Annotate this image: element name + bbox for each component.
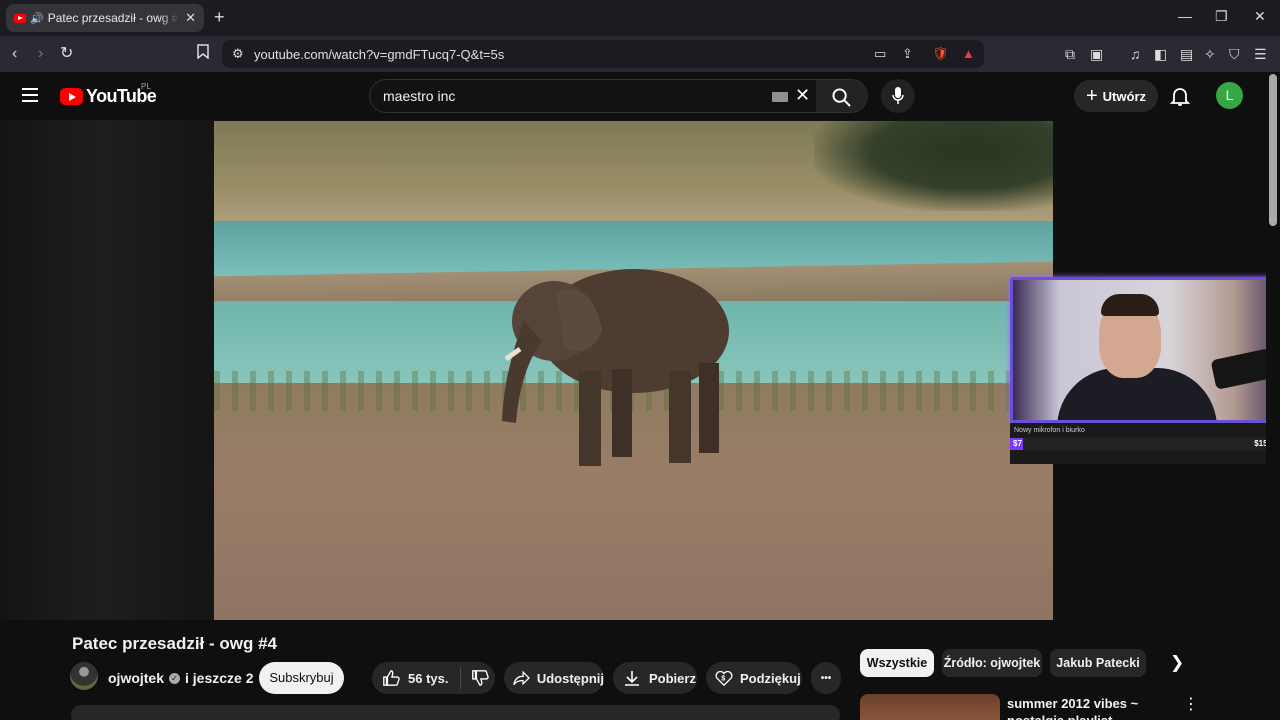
keyboard-icon[interactable]	[772, 92, 788, 102]
donation-goal-text: Nowy mikrofon i biurko	[1014, 427, 1085, 434]
search-icon	[832, 88, 851, 107]
streamer-headphones	[1101, 294, 1159, 316]
verified-check-icon: ✓	[169, 672, 181, 684]
voice-search-button[interactable]	[881, 79, 915, 113]
chip-all[interactable]: Wszystkie	[860, 649, 934, 677]
browser-tab-bar: 🔊 Patec przesadził - owg #4 - YouTube ✕ …	[0, 0, 1280, 36]
microphone-icon	[892, 87, 904, 104]
elephant-figure	[502, 269, 729, 466]
share-label: Udostępnij	[536, 670, 604, 686]
youtube-logo[interactable]: YouTube PL	[60, 82, 157, 107]
like-dislike-group: 56 tys.	[372, 662, 495, 694]
thumbs-up-icon	[383, 670, 400, 686]
close-window-button[interactable]: ✕	[1254, 8, 1266, 25]
country-code: PL	[141, 82, 151, 91]
vpn-icon[interactable]: ⛉	[1229, 44, 1240, 64]
chip-source-channel[interactable]: Źródło: ojwojtek	[942, 649, 1042, 677]
create-label: Utwórz	[1102, 88, 1147, 104]
video-player[interactable]	[214, 121, 1053, 620]
plus-icon: +	[1085, 84, 1098, 107]
youtube-favicon-icon	[14, 13, 26, 23]
chevron-right-icon[interactable]: ❯	[1170, 653, 1184, 673]
donation-goal-track	[1010, 438, 1276, 450]
channel-avatar[interactable]	[70, 662, 98, 690]
back-icon[interactable]: ‹	[12, 44, 17, 64]
notifications-bell-icon[interactable]	[1170, 86, 1190, 106]
share-icon[interactable]: ⇪	[902, 46, 913, 62]
share-arrow-icon	[513, 670, 530, 686]
video-title: Patec przesadził - owg #4	[72, 634, 278, 653]
youtube-header: YouTube PL maestro inc ✕ + Utwórz L	[0, 72, 1280, 120]
thanks-button[interactable]: $ Podziękuj	[706, 662, 802, 694]
download-label: Pobierz	[649, 670, 696, 686]
maximize-button[interactable]: ❐	[1215, 8, 1228, 25]
bookmark-icon[interactable]	[197, 44, 209, 65]
browser-nav-bar: ‹ › ↻ ⚙ youtube.com/watch?v=gmdFTucq7-Q&…	[0, 36, 1280, 72]
share-button[interactable]: Udostępnij	[504, 662, 604, 694]
minimize-button[interactable]: —	[1178, 8, 1192, 24]
tab-title: Patec przesadził - owg #4 - YouTube	[47, 11, 179, 25]
sidebar-icon[interactable]: ◧	[1154, 44, 1167, 64]
channel-name-row[interactable]: ojwojtek ✓ i jeszcze 2	[108, 670, 254, 686]
page-scrollbar[interactable]	[1266, 72, 1280, 720]
browser-tab[interactable]: 🔊 Patec przesadził - owg #4 - YouTube ✕	[6, 4, 204, 32]
scrollbar-thumb[interactable]	[1269, 74, 1277, 226]
description-box[interactable]	[71, 705, 840, 720]
search-button[interactable]	[816, 79, 868, 113]
donation-goal-current: $7	[1013, 439, 1022, 448]
like-button[interactable]: 56 tys.	[372, 669, 448, 687]
cast-icon[interactable]: ▭	[874, 46, 886, 62]
channel-name[interactable]: ojwojtek	[108, 670, 164, 686]
url-text[interactable]: youtube.com/watch?v=gmdFTucq7-Q&t=5s	[254, 47, 504, 62]
collaborators-text[interactable]: i jeszcze 2	[185, 670, 254, 686]
heart-dollar-icon: $	[715, 670, 733, 687]
thumbs-down-icon[interactable]	[471, 669, 490, 687]
video-scene-trees	[814, 121, 1053, 211]
like-separator	[460, 667, 462, 689]
related-video-menu-icon[interactable]: ⋮	[1183, 694, 1199, 714]
extensions-icon[interactable]: ⧉	[1065, 44, 1075, 64]
subscribe-button[interactable]: Subskrybuj	[259, 662, 344, 694]
clear-search-icon[interactable]: ✕	[795, 85, 810, 106]
search-box[interactable]: maestro inc ✕	[369, 79, 817, 113]
like-count: 56 tys.	[408, 670, 449, 686]
leo-ai-icon[interactable]: ✧	[1204, 44, 1216, 64]
related-video-title[interactable]: summer 2012 vibes ~ nostalgia playlist	[1007, 695, 1175, 720]
menu-icon[interactable]: ☰	[1254, 44, 1267, 64]
thanks-label: Podziękuj	[740, 670, 801, 686]
related-video-thumbnail[interactable]	[860, 694, 1000, 720]
forward-icon[interactable]: ›	[38, 44, 43, 64]
streamer-webcam-overlay: Nowy mikrofon i biurko $7 $150	[1010, 277, 1276, 464]
youtube-play-icon	[60, 88, 83, 105]
tab-close-button[interactable]: ✕	[185, 10, 196, 26]
user-avatar[interactable]: L	[1216, 82, 1243, 109]
rewards-icon[interactable]: ▲	[962, 46, 975, 61]
svg-text:$: $	[721, 674, 725, 683]
more-actions-button[interactable]: •••	[811, 662, 841, 694]
download-button[interactable]: Pobierz	[613, 662, 697, 694]
reload-icon[interactable]: ↻	[60, 44, 73, 64]
reader-icon[interactable]: ▣	[1090, 44, 1103, 64]
search-input[interactable]: maestro inc	[383, 88, 455, 104]
site-settings-icon[interactable]: ⚙	[232, 46, 244, 62]
speaker-icon[interactable]: 🔊	[30, 12, 44, 25]
brave-shield-icon[interactable]: 🛡	[932, 46, 949, 62]
new-tab-button[interactable]: +	[214, 7, 225, 28]
create-button[interactable]: + Utwórz	[1074, 80, 1158, 112]
music-icon[interactable]: ♫	[1130, 44, 1141, 64]
wallet-icon[interactable]: ▤	[1180, 44, 1193, 64]
download-icon	[625, 671, 639, 686]
webcam-frame	[1010, 277, 1276, 423]
chip-jakub-patecki[interactable]: Jakub Patecki	[1050, 649, 1146, 677]
address-bar[interactable]: ⚙ youtube.com/watch?v=gmdFTucq7-Q&t=5s ▭…	[222, 40, 984, 68]
guide-menu-icon[interactable]	[22, 88, 38, 102]
